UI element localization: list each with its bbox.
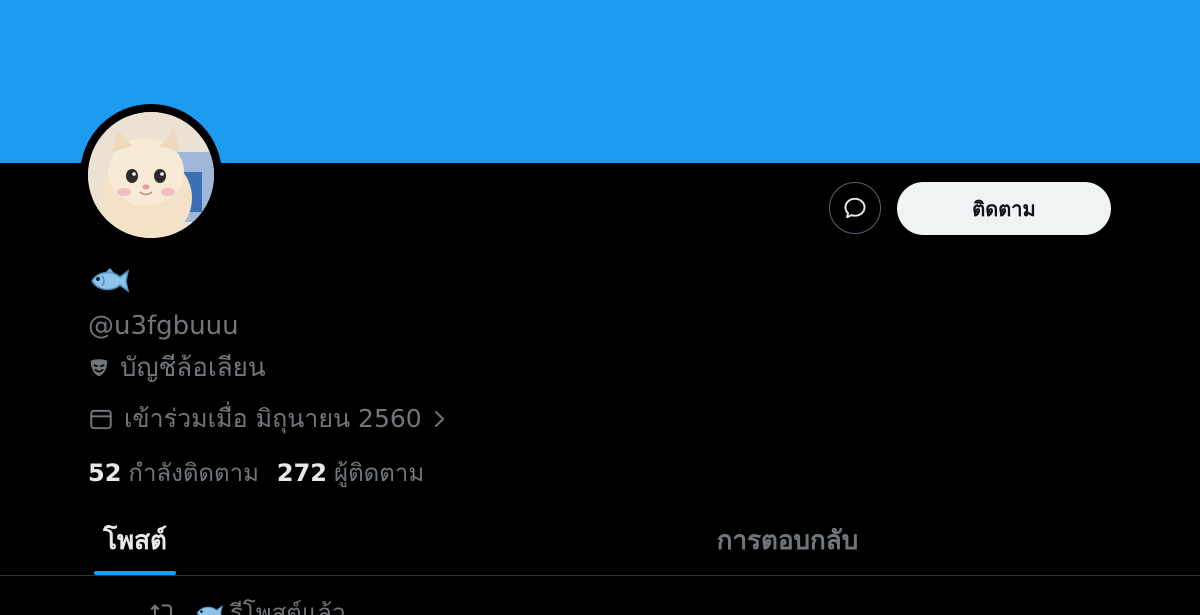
following-label: กำลังติดตาม — [128, 459, 259, 487]
performing-arts-mask-icon — [90, 359, 108, 377]
joined-date-text: เข้าร่วมเมื่อ มิถุนายน 2560 — [124, 404, 422, 433]
cat-avatar-image — [88, 112, 214, 238]
follow-button-label: ติดตาม — [972, 196, 1036, 221]
tab-posts[interactable]: โพสต์ — [94, 505, 176, 575]
fish-emoji-icon — [196, 604, 223, 615]
tab-replies-label: การตอบกลับ — [716, 525, 859, 556]
followers-stat[interactable]: 272 ผู้ติดตาม — [277, 457, 424, 489]
chevron-right-icon — [434, 411, 444, 427]
following-count: 52 — [88, 459, 122, 487]
followers-count: 272 — [276, 459, 328, 487]
followers-label: ผู้ติดตาม — [334, 459, 425, 487]
profile-page: ติดตาม @u3fgbuuu บัญชีล้อเลียน เข้าร่วมเ… — [0, 0, 1200, 615]
parody-label: บัญชีล้อเลียน — [120, 353, 266, 383]
profile-tabs: โพสต์ การตอบกลับ — [0, 505, 1200, 576]
follow-stats: 52 กำลังติดตาม 272 ผู้ติดตาม — [88, 457, 442, 489]
avatar[interactable] — [88, 112, 214, 238]
following-stat[interactable]: 52 กำลังติดตาม — [88, 457, 259, 489]
joined-date-row[interactable]: เข้าร่วมเมื่อ มิถุนายน 2560 — [88, 403, 446, 435]
fish-emoji-icon — [91, 268, 130, 293]
repost-icon — [150, 604, 173, 615]
display-name — [88, 265, 132, 301]
profile-handle: @u3fgbuuu — [88, 311, 239, 341]
parody-label-row: บัญชีล้อเลียน — [88, 352, 266, 384]
active-tab-indicator — [94, 571, 176, 575]
tab-replies[interactable]: การตอบกลับ — [700, 505, 875, 575]
message-icon — [844, 197, 866, 219]
tab-posts-label: โพสต์ — [103, 525, 167, 556]
repost-label: รีโพสต์แล้ว — [230, 599, 346, 615]
calendar-icon — [90, 409, 112, 430]
message-button[interactable] — [829, 182, 881, 234]
follow-button[interactable]: ติดตาม — [897, 182, 1111, 235]
repost-indicator: รีโพสต์แล้ว — [150, 598, 346, 615]
